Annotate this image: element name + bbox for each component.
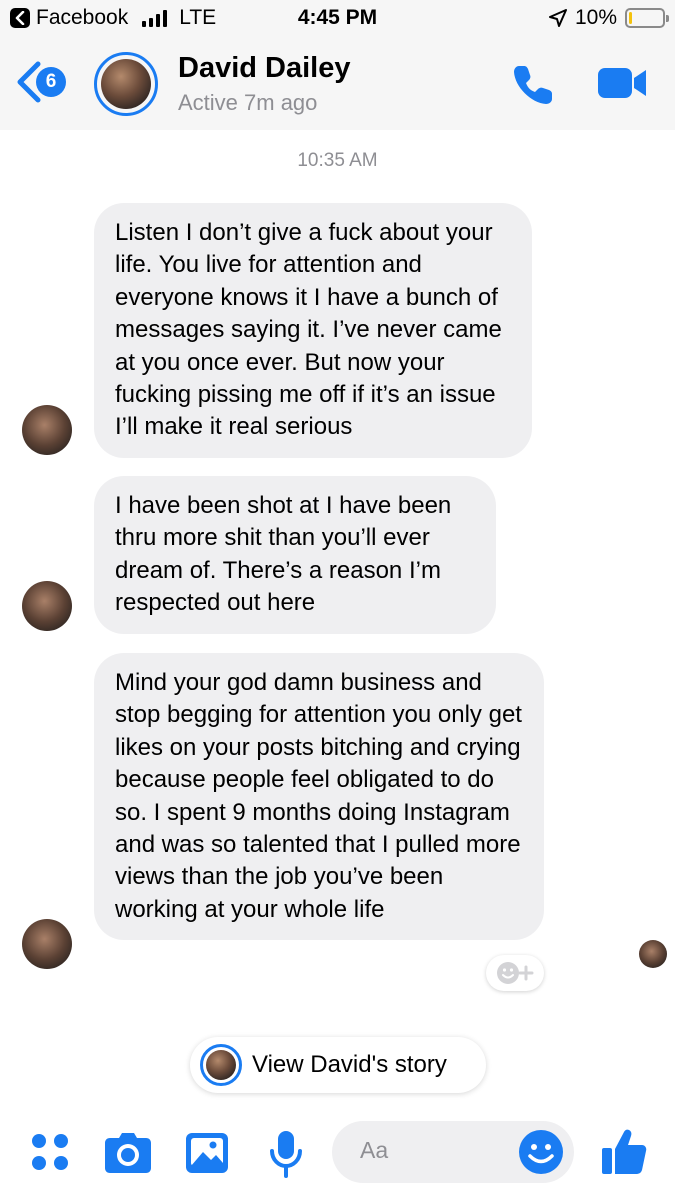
video-call-button[interactable] [596,66,648,105]
message-bubble[interactable]: Mind your god damn business and stop beg… [94,653,544,941]
back-button[interactable]: 6 [14,60,66,104]
message-input[interactable]: Aa [332,1121,574,1183]
read-receipt-avatar [639,940,667,968]
message-timestamp: 10:35 AM [297,150,378,171]
more-actions-button[interactable] [30,1132,70,1177]
video-camera-icon [598,68,646,98]
emoji-button[interactable] [518,1129,564,1180]
camera-icon [105,1133,151,1173]
location-icon [548,9,567,27]
story-avatar [200,1044,242,1086]
sender-avatar[interactable] [22,919,72,969]
image-icon [186,1133,228,1173]
camera-button[interactable] [104,1132,152,1179]
contact-name[interactable]: David Dailey [178,52,350,85]
view-story-label: View David's story [252,1051,447,1078]
battery-fill [629,12,632,24]
view-story-button[interactable]: View David's story [190,1037,486,1093]
status-right: 10% [548,6,669,30]
sender-avatar[interactable] [22,581,72,631]
message-composer: Aa [0,1110,675,1200]
unread-badge: 6 [36,67,66,97]
audio-call-button[interactable] [510,62,556,113]
message-input-placeholder: Aa [360,1137,389,1163]
phone-icon [514,66,552,104]
four-dots-icon [32,1134,68,1170]
smiley-icon [519,1130,563,1174]
gallery-button[interactable] [185,1132,229,1179]
contact-status: Active 7m ago [178,90,318,115]
thumbs-up-icon [602,1129,647,1174]
status-bar: Facebook LTE 4:45 PM 10% [0,0,675,38]
add-reaction-button[interactable] [486,955,544,991]
contact-avatar[interactable] [94,52,158,116]
like-button[interactable] [600,1128,648,1181]
voice-message-button[interactable] [268,1130,304,1183]
message-bubble[interactable]: Listen I don’t give a fuck about your li… [94,203,532,458]
conversation-header: 6 David Dailey Active 7m ago [0,38,675,130]
smiley-add-icon [497,962,534,984]
message-bubble[interactable]: I have been shot at I have been thru mor… [94,476,496,634]
battery-icon [625,8,669,28]
sender-avatar[interactable] [22,405,72,455]
battery-percent: 10% [574,6,617,29]
microphone-icon [270,1131,302,1178]
